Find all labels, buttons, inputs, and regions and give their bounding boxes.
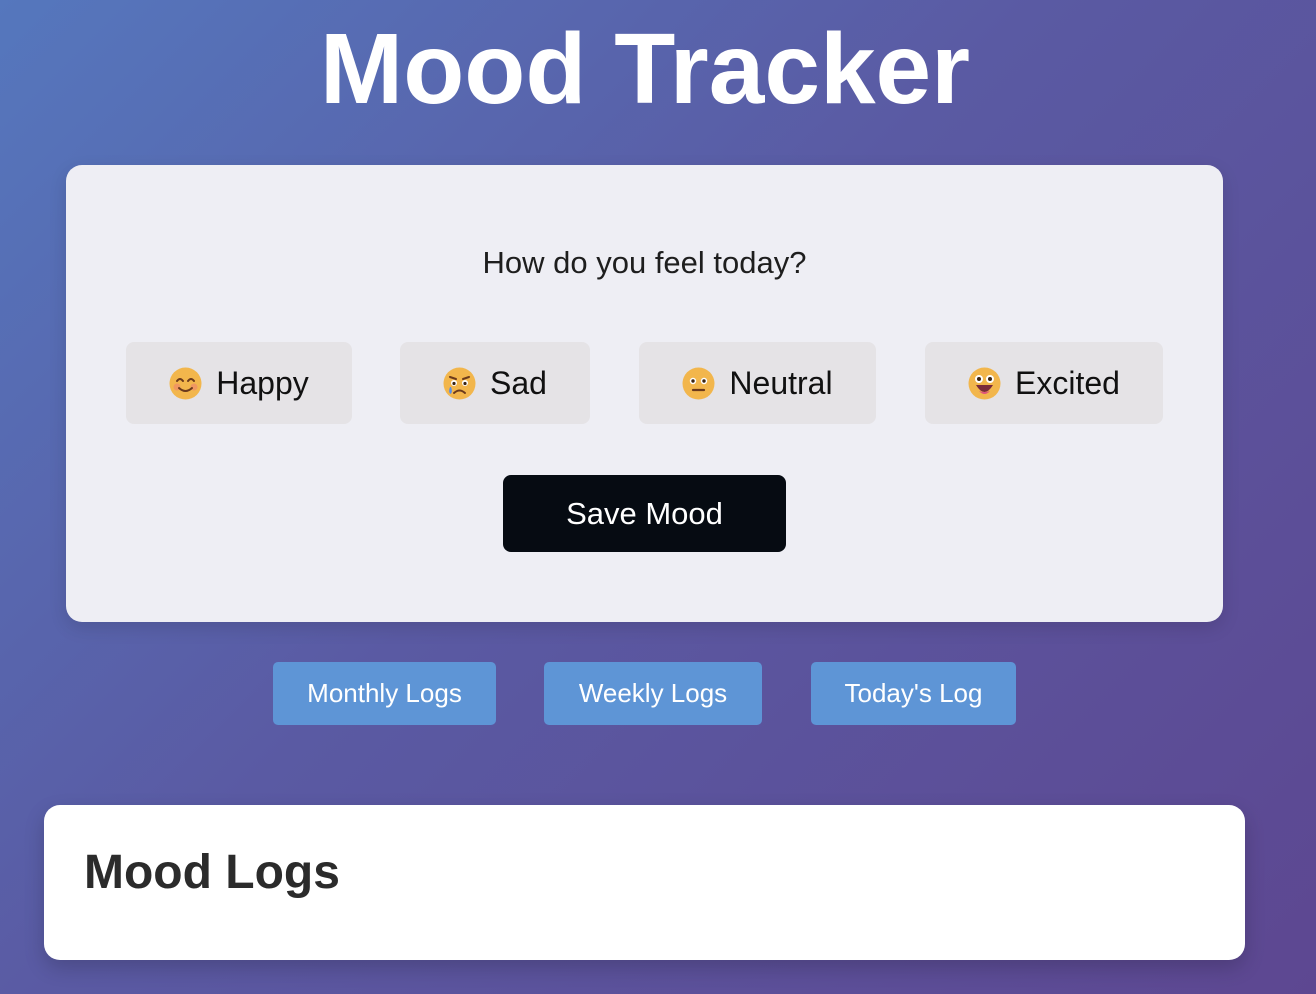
mood-logs-heading: Mood Logs bbox=[84, 846, 340, 899]
neutral-face-icon bbox=[682, 367, 715, 400]
mood-question: How do you feel today? bbox=[482, 245, 807, 280]
mood-option-label: Sad bbox=[490, 364, 547, 401]
crying-face-icon bbox=[443, 367, 476, 400]
mood-option-label: Happy bbox=[216, 364, 309, 401]
mood-option-label: Excited bbox=[1015, 364, 1120, 401]
monthly-logs-button[interactable]: Monthly Logs bbox=[273, 662, 496, 725]
mood-logs-panel: Mood Logs bbox=[44, 805, 1245, 960]
mood-option-sad[interactable]: Sad bbox=[400, 342, 590, 424]
smiling-face-icon bbox=[169, 367, 202, 400]
grinning-face-icon bbox=[968, 367, 1001, 400]
todays-log-button[interactable]: Today's Log bbox=[811, 662, 1016, 725]
mood-option-excited[interactable]: Excited bbox=[925, 342, 1163, 424]
page-title: Mood Tracker bbox=[319, 13, 971, 125]
mood-card: How do you feel today? Happy Sad Neutral… bbox=[66, 165, 1223, 622]
mood-option-label: Neutral bbox=[729, 364, 833, 401]
mood-option-neutral[interactable]: Neutral bbox=[639, 342, 876, 424]
weekly-logs-button[interactable]: Weekly Logs bbox=[544, 662, 762, 725]
mood-option-happy[interactable]: Happy bbox=[126, 342, 352, 424]
save-mood-button[interactable]: Save Mood bbox=[503, 475, 786, 552]
